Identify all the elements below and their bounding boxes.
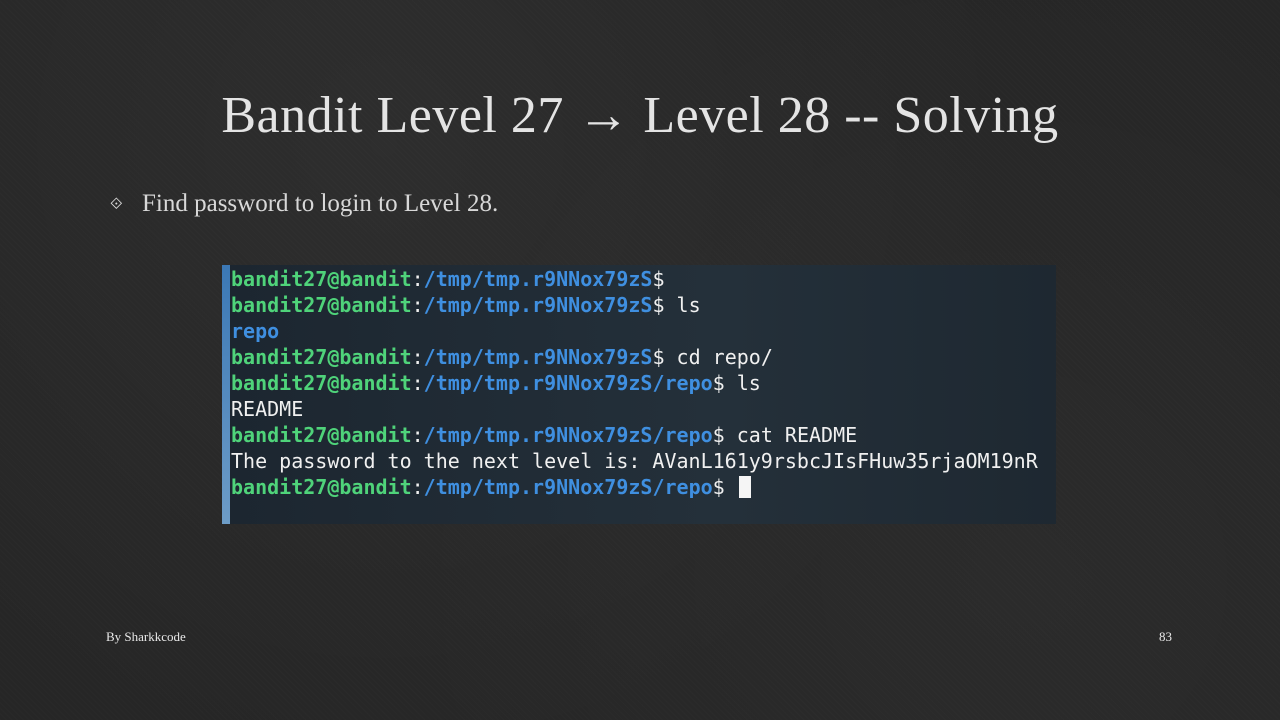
terminal-line: bandit27@bandit:/tmp/tmp.r9NNox79zS/repo… <box>231 474 1038 500</box>
command-text <box>725 475 737 499</box>
prompt-symbol: $ <box>712 371 725 395</box>
terminal-line: The password to the next level is: AVanL… <box>231 448 1038 474</box>
terminal-line: bandit27@bandit:/tmp/tmp.r9NNox79zS$ cd … <box>231 344 1038 370</box>
output-text: The password to the next level is: AVanL… <box>231 449 1038 473</box>
prompt-path: /tmp/tmp.r9NNox79zS/repo <box>423 423 713 447</box>
prompt-path: /tmp/tmp.r9NNox79zS <box>423 345 653 369</box>
prompt-path: /tmp/tmp.r9NNox79zS/repo <box>423 371 713 395</box>
prompt-symbol: $ <box>712 423 725 447</box>
footer-author: By Sharkkcode <box>106 629 186 644</box>
terminal-cursor <box>738 476 751 498</box>
prompt-separator: : <box>411 345 424 369</box>
prompt-symbol: $ <box>712 475 725 499</box>
prompt-user: bandit27@bandit <box>231 267 412 291</box>
terminal-line: bandit27@bandit:/tmp/tmp.r9NNox79zS$ <box>231 266 1038 292</box>
prompt-path: /tmp/tmp.r9NNox79zS/repo <box>423 475 713 499</box>
command-text: ls <box>724 371 761 395</box>
terminal-line: README <box>231 396 1038 422</box>
prompt-user: bandit27@bandit <box>231 475 412 499</box>
command-text: cd repo/ <box>664 345 773 369</box>
bullet-text: Find password to login to Level 28. <box>142 190 499 217</box>
prompt-separator: : <box>411 267 424 291</box>
terminal-output: bandit27@bandit:/tmp/tmp.r9NNox79zS$ band… <box>231 266 1038 500</box>
slide-number: 83 <box>1159 629 1172 644</box>
prompt-symbol: $ <box>652 345 665 369</box>
terminal-screenshot: bandit27@bandit:/tmp/tmp.r9NNox79zS$ band… <box>222 265 1056 524</box>
terminal-line: bandit27@bandit:/tmp/tmp.r9NNox79zS/repo… <box>231 370 1038 396</box>
prompt-separator: : <box>411 475 424 499</box>
prompt-path: /tmp/tmp.r9NNox79zS <box>423 293 653 317</box>
prompt-path: /tmp/tmp.r9NNox79zS <box>423 267 653 291</box>
output-text: README <box>231 397 304 421</box>
prompt-user: bandit27@bandit <box>231 345 412 369</box>
prompt-user: bandit27@bandit <box>231 423 412 447</box>
prompt-symbol: $ <box>652 267 665 291</box>
diamond-bullet-icon: ⟐ <box>110 194 123 213</box>
terminal-line: bandit27@bandit:/tmp/tmp.r9NNox79zS$ ls <box>231 292 1038 318</box>
prompt-symbol: $ <box>652 293 665 317</box>
terminal-line: bandit27@bandit:/tmp/tmp.r9NNox79zS/repo… <box>231 422 1038 448</box>
prompt-separator: : <box>411 293 424 317</box>
command-text: cat README <box>724 423 858 447</box>
prompt-separator: : <box>411 371 424 395</box>
slide-title: Bandit Level 27 → Level 28 -- Solving <box>221 87 1059 144</box>
directory-entry: repo <box>231 319 280 343</box>
bullet-item: ⟐ Find password to login to Level 28. <box>110 188 498 220</box>
prompt-separator: : <box>411 423 424 447</box>
terminal-line: repo <box>231 318 1038 344</box>
prompt-user: bandit27@bandit <box>231 293 412 317</box>
prompt-user: bandit27@bandit <box>231 371 412 395</box>
terminal-edge-bar <box>222 265 230 524</box>
command-text: ls <box>664 293 701 317</box>
